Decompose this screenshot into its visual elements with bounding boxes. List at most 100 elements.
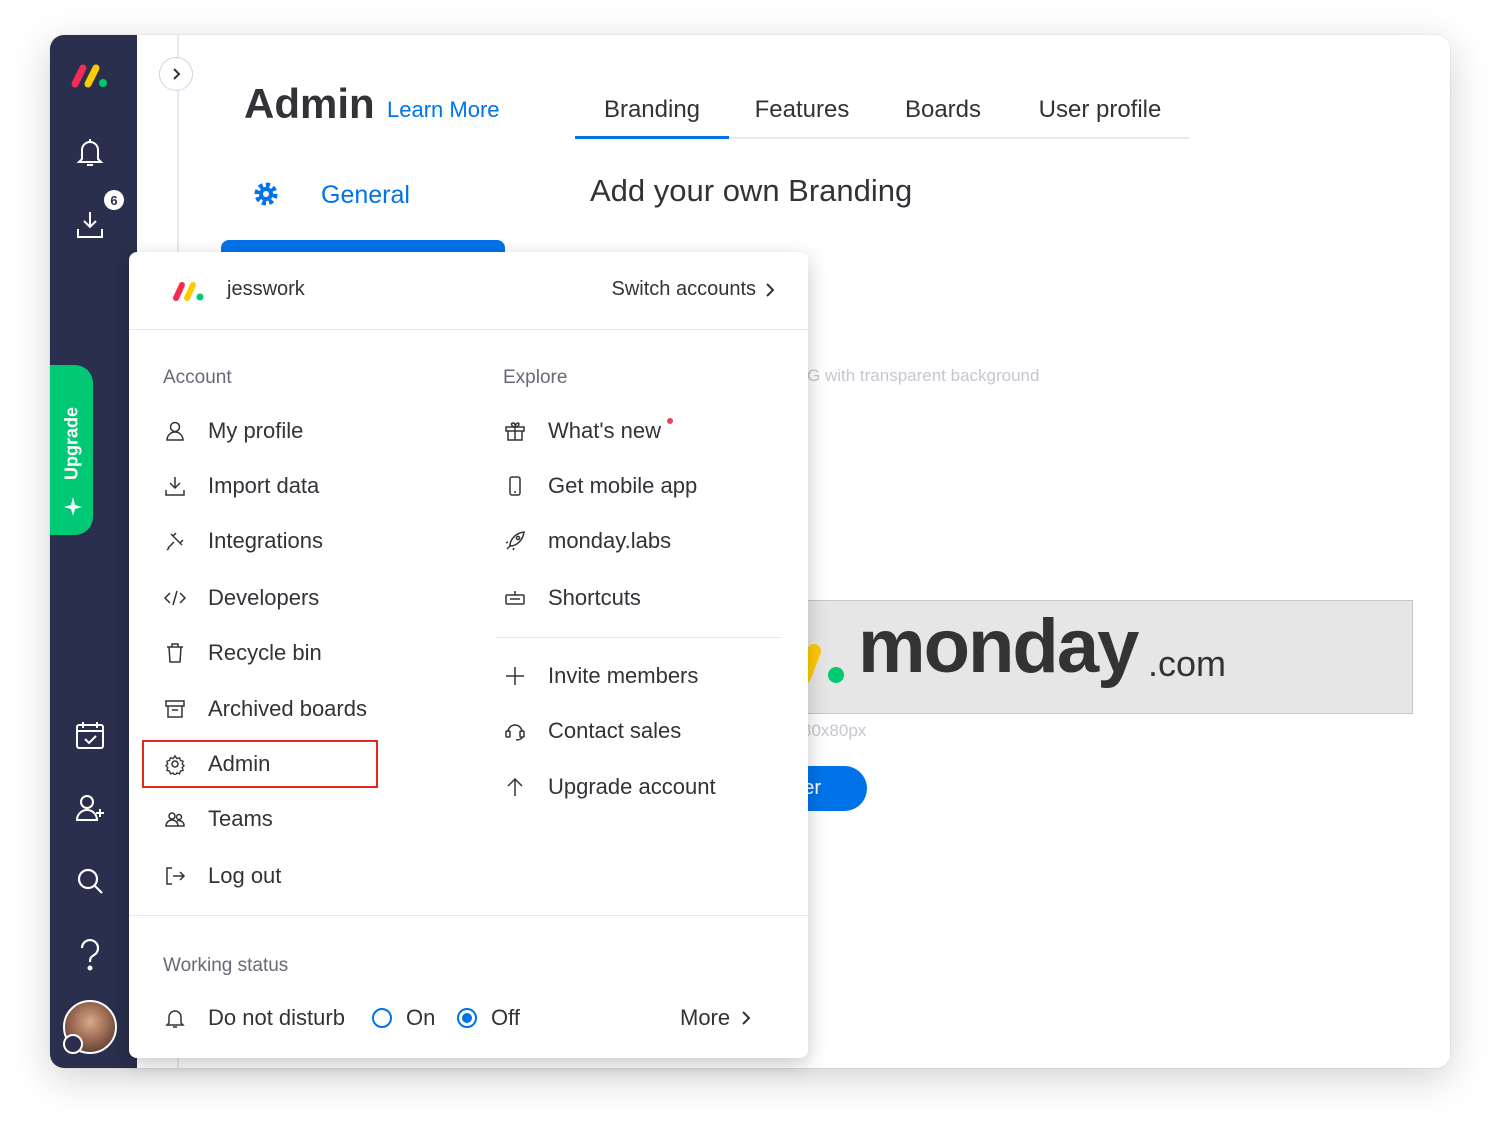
upgrade-label: Upgrade: [61, 407, 82, 481]
menu-item-teams[interactable]: Teams: [163, 802, 273, 836]
left-rail: 6 Upgrade: [50, 35, 137, 1068]
gear-icon: [252, 180, 280, 213]
menu-item-shortcuts[interactable]: Shortcuts: [503, 581, 641, 615]
menu-item-recycle-bin[interactable]: Recycle bin: [163, 636, 322, 670]
chevron-right-icon: [766, 282, 775, 297]
person-icon: [163, 419, 187, 443]
account-header: jesswork Switch accounts: [129, 252, 808, 330]
menu-item-get-mobile-app[interactable]: Get mobile app: [503, 469, 697, 503]
tab-branding[interactable]: Branding: [575, 90, 729, 139]
gift-icon: [503, 419, 527, 443]
archive-icon: [163, 697, 187, 721]
radio-off[interactable]: [457, 1008, 477, 1028]
menu-item-invite-members[interactable]: Invite members: [503, 659, 698, 693]
menu-item-integrations[interactable]: Integrations: [163, 524, 323, 558]
do-not-disturb-row: Do not disturb: [163, 1001, 345, 1035]
bell-icon[interactable]: [70, 132, 110, 172]
working-status-divider: [129, 915, 808, 916]
tab-user-profile[interactable]: User profile: [1011, 90, 1189, 137]
menu-item-import-data[interactable]: Import data: [163, 469, 319, 503]
monday-logo-icon[interactable]: [70, 55, 110, 95]
more-label: More: [680, 1005, 731, 1030]
account-name: jesswork: [227, 278, 305, 300]
menu-item-label: Log out: [208, 863, 282, 888]
account-section-title: Account: [163, 367, 232, 388]
switch-accounts-label: Switch accounts: [611, 278, 756, 300]
logo-wordmark: monday: [858, 604, 1139, 689]
menu-item-label: What's new: [548, 418, 662, 443]
menu-item-label: Shortcuts: [548, 585, 641, 610]
dnd-off-label: Off: [491, 1005, 520, 1030]
learn-more-link[interactable]: Learn More: [387, 97, 500, 123]
menu-item-archived-boards[interactable]: Archived boards: [163, 692, 367, 726]
branding-title: Add your own Branding: [590, 173, 913, 208]
menu-item-whats-new[interactable]: What's new: [503, 414, 674, 448]
menu-item-label: Get mobile app: [548, 473, 698, 498]
arrow-up-icon: [503, 775, 527, 799]
search-icon[interactable]: [70, 861, 110, 901]
teams-icon: [163, 807, 187, 831]
tab-boards[interactable]: Boards: [875, 90, 1011, 137]
keyboard-icon: [503, 586, 527, 610]
chevron-right-icon: [173, 68, 181, 80]
menu-item-log-out[interactable]: Log out: [163, 859, 281, 893]
rocket-icon: [503, 529, 527, 553]
inbox-count-badge: 6: [104, 190, 124, 210]
menu-item-monday-labs[interactable]: monday.labs: [503, 524, 671, 558]
trash-icon: [163, 641, 187, 665]
menu-item-label: Developers: [208, 585, 320, 610]
radio-on[interactable]: [372, 1008, 392, 1028]
mobile-icon: [503, 474, 527, 498]
logout-icon: [163, 864, 187, 888]
admin-highlight-box: [142, 740, 378, 788]
menu-item-my-profile[interactable]: My profile: [163, 414, 303, 448]
menu-item-label: Contact sales: [548, 718, 682, 743]
format-hint: G with transparent background: [807, 366, 1040, 385]
menu-item-label: Integrations: [208, 528, 323, 553]
explore-section-title: Explore: [503, 367, 568, 388]
menu-item-label: Recycle bin: [208, 640, 322, 665]
code-icon: [163, 586, 187, 610]
logo-preview: monday .com: [797, 600, 1413, 714]
home-icon: [63, 1034, 83, 1054]
menu-item-contact-sales[interactable]: Contact sales: [503, 714, 681, 748]
import-icon: [163, 474, 187, 498]
menu-item-label: Invite members: [548, 663, 699, 688]
tab-features[interactable]: Features: [729, 90, 875, 137]
integrations-icon: [163, 529, 187, 553]
expand-sidebar-button[interactable]: [159, 57, 193, 91]
dnd-on-option[interactable]: On: [372, 1001, 435, 1035]
account-menu: jesswork Switch accounts Account Explore…: [129, 252, 808, 1058]
switch-accounts-link[interactable]: Switch accounts: [611, 278, 776, 301]
dnd-off-option[interactable]: Off: [457, 1001, 520, 1035]
my-work-calendar-icon[interactable]: [70, 715, 110, 755]
invite-user-icon[interactable]: [70, 788, 110, 828]
monday-logo-icon: [173, 282, 204, 301]
explore-divider: [495, 637, 782, 638]
avatar[interactable]: [63, 1000, 117, 1054]
menu-item-upgrade-account[interactable]: Upgrade account: [503, 770, 716, 804]
working-status-title: Working status: [163, 955, 289, 976]
menu-item-label: Upgrade account: [548, 774, 716, 799]
page-title: Admin: [244, 80, 375, 127]
headset-icon: [503, 719, 527, 743]
menu-item-label: Import data: [208, 473, 320, 498]
bell-icon: [163, 1006, 187, 1030]
upgrade-tab[interactable]: Upgrade: [50, 365, 93, 535]
logo-suffix: .com: [1148, 643, 1227, 684]
do-not-disturb-label: Do not disturb: [208, 1005, 345, 1030]
sidebar-item-general[interactable]: General: [321, 181, 410, 210]
menu-item-developers[interactable]: Developers: [163, 581, 319, 615]
menu-item-label: Teams: [208, 806, 273, 831]
size-hint: 30x80px: [802, 721, 867, 740]
chevron-right-icon: [742, 1011, 751, 1025]
menu-item-label: Archived boards: [208, 696, 367, 721]
menu-item-label: My profile: [208, 418, 304, 443]
sparkle-icon: [64, 497, 82, 516]
menu-item-label: monday.labs: [548, 528, 672, 553]
more-link[interactable]: More: [680, 1001, 752, 1035]
new-indicator-dot: [667, 418, 674, 424]
inbox-icon[interactable]: [70, 205, 110, 245]
plus-icon: [503, 664, 527, 688]
help-icon[interactable]: [70, 935, 110, 975]
